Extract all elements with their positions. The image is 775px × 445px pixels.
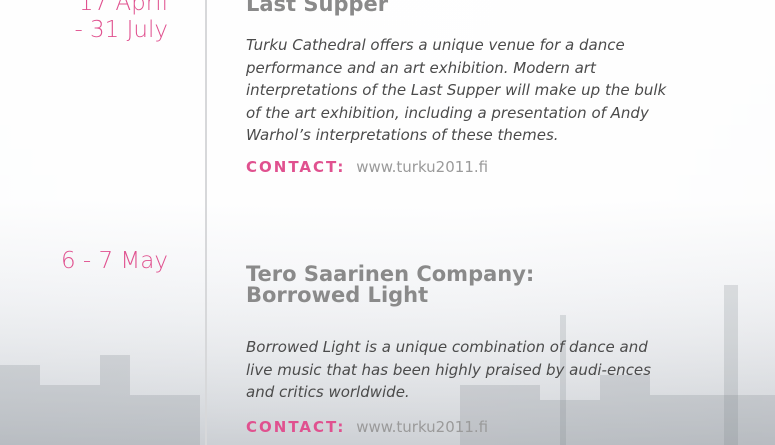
event-title-line: Tero Saarinen Company: [246, 262, 535, 286]
event-date-end: - 31 July [74, 17, 168, 43]
event-title: Last Supper [246, 0, 766, 15]
event-title-line: Borrowed Light [246, 283, 429, 307]
contact-link[interactable]: www.turku2011.fi [356, 158, 488, 176]
contact-link[interactable]: www.turku2011.fi [356, 418, 488, 436]
event-contact: CONTACT: www.turku2011.fi [246, 418, 488, 436]
event-description: Turku Cathedral offers a unique venue fo… [246, 36, 667, 144]
event-date: 6 - 7 May [20, 248, 168, 275]
event-title-line: Last Supper [246, 0, 389, 16]
contact-label: CONTACT: [246, 418, 346, 436]
event-contact: CONTACT: www.turku2011.fi [246, 158, 488, 176]
event-description: Borrowed Light is a unique combination o… [246, 338, 651, 401]
event-title: Tero Saarinen Company: Borrowed Light [246, 264, 766, 306]
event-date: 17 April - 31 July [20, 0, 168, 44]
event-date-start: 17 April [78, 0, 168, 16]
event-date-start: 6 - 7 May [60, 248, 168, 274]
contact-label: CONTACT: [246, 158, 346, 176]
timeline-divider [205, 0, 207, 445]
